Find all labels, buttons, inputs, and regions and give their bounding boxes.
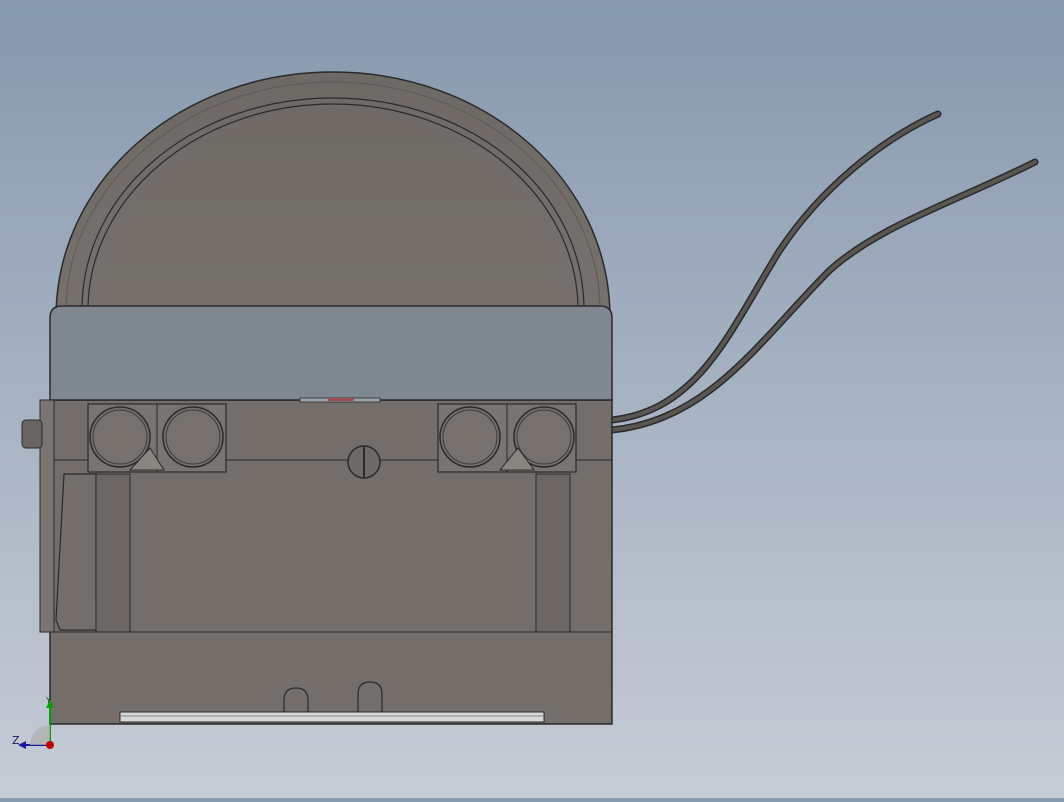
cable-wires[interactable]: [608, 110, 1039, 434]
cad-viewport[interactable]: Z Y: [0, 0, 1064, 798]
model-view-svg[interactable]: [0, 0, 1064, 798]
center-screw[interactable]: [347, 445, 381, 479]
roller-block-left[interactable]: [87, 403, 227, 473]
axis-y-label: Y: [46, 696, 51, 705]
motor-dome[interactable]: [55, 71, 611, 319]
axis-triad: [18, 700, 54, 749]
axis-z-label: Z: [12, 734, 20, 747]
mounting-band[interactable]: [49, 305, 613, 403]
roller-block-right[interactable]: [437, 403, 577, 473]
